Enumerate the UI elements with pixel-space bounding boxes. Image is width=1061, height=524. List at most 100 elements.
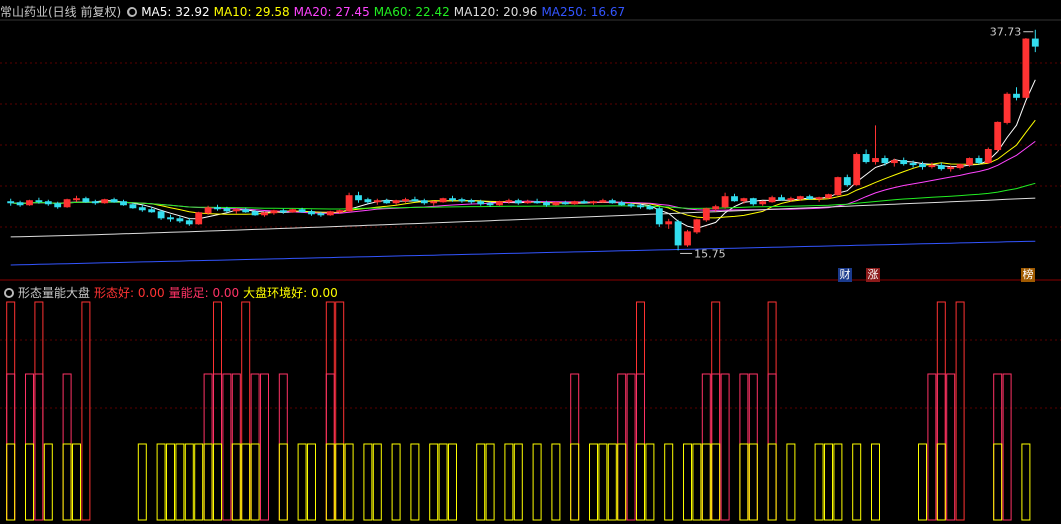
candle-down xyxy=(486,203,494,206)
settings-icon[interactable]: ● xyxy=(127,7,138,17)
candle-up xyxy=(872,158,879,163)
indicator-bar xyxy=(213,301,222,521)
candle-up xyxy=(984,149,992,164)
candle-up xyxy=(101,199,109,204)
finance-tag[interactable]: 财 xyxy=(838,268,852,282)
indicator-bar xyxy=(1021,443,1031,521)
candle-up xyxy=(552,202,560,206)
candle-down xyxy=(185,220,193,225)
indicator-market-label: 大盘环境好: 0.00 xyxy=(243,286,338,300)
candle-up xyxy=(430,201,438,204)
indicator-bar xyxy=(6,301,16,521)
candle-down xyxy=(1031,38,1039,47)
indicator-bar xyxy=(325,301,335,521)
indicator-bar xyxy=(372,443,382,521)
candle-down xyxy=(91,201,99,204)
candle-up xyxy=(524,201,532,204)
ma20-label: MA20: 27.45 xyxy=(293,5,370,19)
indicator-bar xyxy=(664,443,674,521)
indicator-bar xyxy=(325,373,335,521)
indicator-bar xyxy=(231,443,241,521)
indicator-bar xyxy=(711,373,721,521)
candle-down xyxy=(317,213,325,216)
candle-up xyxy=(890,160,898,164)
indicator-bar xyxy=(175,443,185,521)
indicator-bar xyxy=(993,373,1003,521)
stock-title: 常山药业(日线 前复权) xyxy=(0,5,122,19)
indicator-bar xyxy=(598,443,608,521)
indicator-bar xyxy=(335,301,345,521)
candle-down xyxy=(110,199,118,203)
indicator-bar xyxy=(748,373,758,521)
candle-down xyxy=(44,201,52,205)
candle-up xyxy=(853,154,861,186)
candle-up xyxy=(787,198,795,201)
candle-up xyxy=(1003,93,1011,123)
candle-down xyxy=(449,198,456,201)
candle-down xyxy=(646,206,654,210)
indicator-title: 形态量能大盘 xyxy=(18,286,91,300)
limit-up-tag[interactable]: 涨 xyxy=(866,268,880,282)
low-price-label: 15.75 xyxy=(694,247,726,260)
indicator-bar xyxy=(166,443,175,521)
candle-down xyxy=(580,201,588,204)
high-price-label: 37.73 xyxy=(990,26,1022,39)
rank-tag[interactable]: 榜 xyxy=(1021,268,1035,282)
candle-up xyxy=(994,121,1002,151)
candle-up xyxy=(590,201,597,204)
indicator-bar xyxy=(767,443,777,521)
indicator-volume-label: 量能足: 0.00 xyxy=(168,286,240,300)
indicator-bar xyxy=(936,443,946,521)
candle-down xyxy=(749,198,757,205)
indicator-bar xyxy=(72,443,81,521)
indicator-bar xyxy=(824,443,833,521)
candle-up xyxy=(496,201,503,206)
candle-down xyxy=(251,211,259,216)
indicator-bar xyxy=(156,443,166,521)
indicator-bar xyxy=(626,373,636,521)
candle-down xyxy=(533,201,541,204)
indicator-bar xyxy=(241,443,251,521)
indicator-bar xyxy=(485,443,495,521)
indicator-bar xyxy=(570,373,580,521)
indicator-bar xyxy=(683,443,692,521)
candle-up xyxy=(439,198,447,203)
candle-up xyxy=(759,201,767,205)
indicator-bar xyxy=(1002,373,1012,521)
indicator-bar xyxy=(231,373,241,521)
indicator-bar xyxy=(34,301,44,521)
indicator-bar xyxy=(513,443,523,521)
candle-up xyxy=(63,199,71,208)
indicator-bar xyxy=(448,443,457,521)
indicator-bar xyxy=(589,443,598,521)
kline-chart: 37.73 15.75 xyxy=(0,19,1061,521)
indicator-bar xyxy=(936,373,946,521)
candle-down xyxy=(975,158,983,164)
indicator-bar xyxy=(250,373,260,521)
candle-down xyxy=(1013,93,1020,98)
indicator-bar xyxy=(946,373,956,521)
indicator-bar xyxy=(43,443,53,521)
candle-down xyxy=(420,200,428,204)
candle-down xyxy=(937,165,945,170)
candle-down xyxy=(862,154,870,163)
candle-up xyxy=(505,200,513,203)
candle-up xyxy=(740,198,748,202)
candle-up xyxy=(693,219,701,233)
candle-up xyxy=(289,209,297,213)
indicator-bar xyxy=(241,301,251,521)
candle-down xyxy=(7,201,15,204)
indicator-bar xyxy=(307,443,316,521)
indicator-bar xyxy=(34,373,44,521)
candle-down xyxy=(655,208,663,225)
candle-down xyxy=(731,196,738,202)
candle-down xyxy=(561,202,569,205)
candle-up xyxy=(599,200,607,203)
ma-line-ma10 xyxy=(10,119,1036,219)
indicator-settings-icon[interactable]: ● xyxy=(4,288,14,298)
candle-up xyxy=(402,199,409,202)
candle-down xyxy=(308,211,315,215)
candle-down xyxy=(608,200,616,204)
candle-up xyxy=(768,197,776,203)
indicator-bar xyxy=(551,443,561,521)
